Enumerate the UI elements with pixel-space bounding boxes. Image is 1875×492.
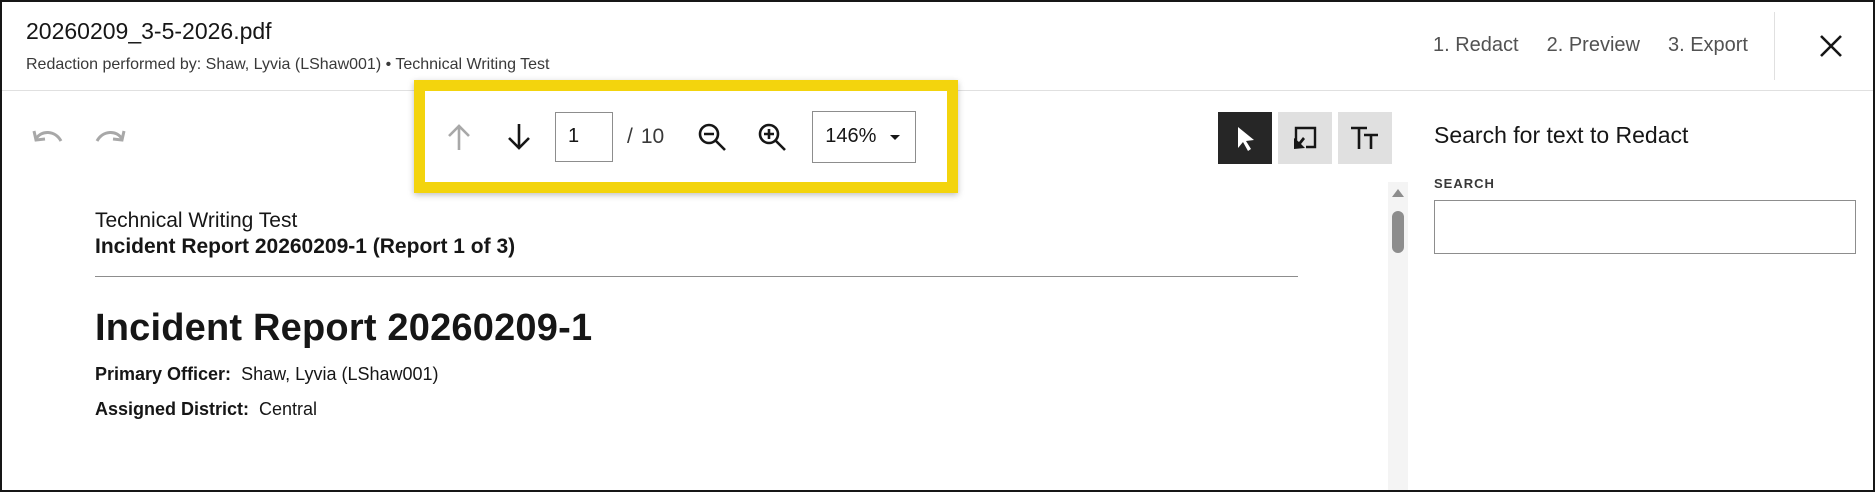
undo-button[interactable] bbox=[30, 120, 66, 156]
document-header-report: Incident Report 20260209-1 (Report 1 of … bbox=[95, 235, 516, 258]
arrow-down-icon bbox=[508, 123, 530, 150]
document-header-org: Technical Writing Test bbox=[95, 209, 298, 232]
search-input[interactable] bbox=[1434, 200, 1856, 254]
arrow-up-icon bbox=[448, 123, 470, 150]
area-redact-icon bbox=[1294, 126, 1317, 149]
field-primary-officer: Primary Officer: Shaw, Lyvia (LShaw001) bbox=[95, 364, 1298, 385]
history-controls bbox=[30, 120, 128, 156]
next-page-button[interactable] bbox=[497, 115, 541, 159]
field-value: Central bbox=[259, 399, 318, 419]
page-separator: / bbox=[627, 124, 633, 148]
step-navigation: 1. Redact 2. Preview 3. Export bbox=[1433, 34, 1748, 57]
page-navigation: / 10 146% bbox=[425, 91, 947, 182]
header-divider bbox=[1774, 12, 1775, 80]
step-redact[interactable]: 1. Redact bbox=[1433, 34, 1519, 57]
step-export[interactable]: 3. Export bbox=[1668, 34, 1748, 57]
chevron-down-icon bbox=[890, 134, 901, 140]
document-page: Technical Writing Test Incident Report 2… bbox=[95, 209, 1298, 420]
undo-icon bbox=[32, 130, 63, 142]
area-redact-tool-button[interactable] bbox=[1278, 112, 1332, 164]
search-label: SEARCH bbox=[1434, 176, 1495, 191]
zoom-level-value: 146% bbox=[825, 125, 877, 147]
close-button[interactable] bbox=[1813, 28, 1849, 64]
redaction-subtitle: Redaction performed by: Shaw, Lyvia (LSh… bbox=[26, 56, 550, 73]
app-header: 20260209_3-5-2026.pdf Redaction performe… bbox=[2, 2, 1873, 91]
zoom-level-dropdown[interactable]: 146% bbox=[812, 110, 917, 163]
select-arrow-icon bbox=[1238, 127, 1254, 151]
document-title: Incident Report 20260209-1 bbox=[95, 307, 593, 349]
zoom-out-button[interactable] bbox=[690, 115, 734, 159]
page-navigation-highlight: / 10 146% bbox=[414, 80, 958, 193]
zoom-in-button[interactable] bbox=[750, 115, 794, 159]
scroll-up-button[interactable] bbox=[1388, 188, 1408, 202]
redaction-app: 20260209_3-5-2026.pdf Redaction performe… bbox=[0, 0, 1875, 492]
select-tool-button[interactable] bbox=[1218, 112, 1272, 164]
field-label: Assigned District: bbox=[95, 399, 250, 419]
file-name: 20260209_3-5-2026.pdf bbox=[26, 18, 272, 44]
previous-page-button[interactable] bbox=[437, 115, 481, 159]
search-panel: Search for text to Redact SEARCH bbox=[1410, 92, 1873, 490]
scrollbar-thumb[interactable] bbox=[1392, 211, 1404, 253]
text-redact-tool-button[interactable] bbox=[1338, 112, 1392, 164]
redo-button[interactable] bbox=[92, 120, 128, 156]
text-redact-icon bbox=[1351, 126, 1378, 149]
close-icon bbox=[1820, 35, 1842, 57]
step-preview[interactable]: 2. Preview bbox=[1547, 34, 1640, 57]
zoom-in-icon bbox=[758, 123, 787, 151]
field-label: Primary Officer: bbox=[95, 364, 232, 384]
redaction-tools bbox=[1218, 112, 1392, 164]
page-total: 10 bbox=[640, 124, 665, 148]
panel-title: Search for text to Redact bbox=[1434, 122, 1689, 148]
field-assigned-district: Assigned District: Central bbox=[95, 399, 1298, 420]
triangle-up-icon bbox=[1392, 189, 1404, 197]
redo-icon bbox=[95, 130, 126, 142]
page-number-input[interactable] bbox=[555, 111, 613, 162]
document-divider bbox=[95, 276, 1298, 277]
field-value: Shaw, Lyvia (LShaw001) bbox=[241, 364, 439, 384]
zoom-out-icon bbox=[698, 123, 727, 151]
